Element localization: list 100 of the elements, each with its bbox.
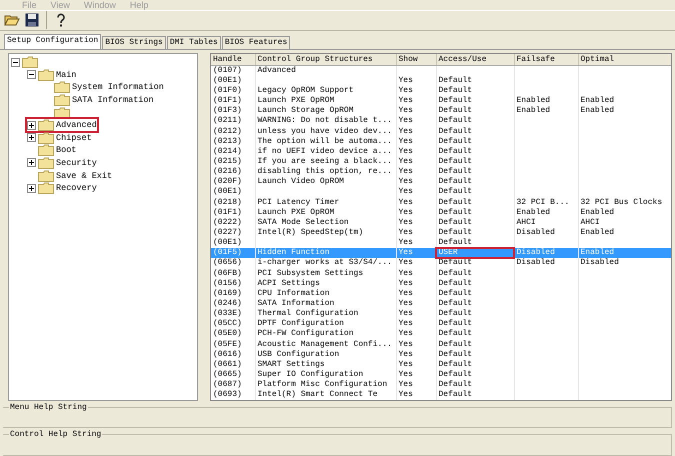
table-row[interactable]: (0215) If you are seeing a black... Yes Default — [211, 156, 671, 168]
table-row[interactable]: (00E1) Yes Default — [211, 76, 671, 86]
table-cell: Default — [436, 187, 514, 198]
table-cell: Default — [436, 156, 514, 168]
table-cell: Yes — [396, 126, 436, 137]
table-row[interactable]: (01F3) Launch Storage OpROM Yes Default Enabled Enabled — [211, 106, 671, 116]
tree-item[interactable]: Advanced — [56, 120, 97, 130]
column-header[interactable]: Access/Use — [436, 54, 514, 66]
table-row[interactable]: (05CC) DPTF Configuration Yes Default — [211, 319, 671, 330]
table-cell: Yes — [396, 248, 436, 258]
folder-icon — [38, 182, 54, 194]
table-cell: Default — [436, 76, 514, 86]
table-row[interactable]: (01F1) Launch PXE OpROM Yes Default Enabled Enabled — [211, 96, 671, 106]
group-label: Menu Help String — [9, 402, 88, 412]
expand-icon[interactable] — [27, 184, 36, 193]
tab[interactable]: BIOS Strings — [102, 36, 166, 49]
table-row[interactable]: (05E0) PCH-FW Configuration Yes Default — [211, 329, 671, 340]
table-cell: CPU Information — [255, 288, 396, 299]
table-row[interactable]: (0246) SATA Information Yes Default — [211, 298, 671, 310]
table-cell: Disabled — [578, 258, 671, 269]
table-row[interactable]: (033E) Thermal Configuration Yes Default — [211, 309, 671, 320]
table-row[interactable]: (0213) The option will be automa... Yes Default — [211, 136, 671, 147]
table-row[interactable]: (0211) WARNING: Do not disable t... Yes Default — [211, 116, 671, 127]
table-cell: unless you have video dev... — [255, 126, 396, 137]
table-row[interactable]: (0687) Platform Misc Configuration Yes Default — [211, 380, 671, 390]
table-cell: Yes — [396, 340, 436, 350]
table-cell: (0246) — [211, 298, 255, 310]
table-cell: Default — [436, 106, 514, 116]
column-header[interactable]: Optimal — [578, 54, 671, 66]
table-row[interactable]: (0656) i-charger works at S3/S4/... Yes Default Disabled Disabled — [211, 258, 671, 269]
column-header[interactable]: Control Group Structures — [255, 54, 396, 66]
table-row[interactable]: (06FB) PCI Subsystem Settings Yes Default — [211, 268, 671, 279]
table-cell: Disabled — [514, 258, 578, 269]
table-cell: Default — [436, 116, 514, 127]
folder-icon — [38, 144, 54, 156]
tree-item[interactable]: Chipset — [56, 132, 92, 143]
table-cell: Enabled — [514, 96, 578, 106]
table-cell: Default — [436, 198, 514, 208]
save-icon[interactable] — [24, 11, 40, 30]
table-row[interactable]: (00E1) Yes Default — [211, 187, 671, 198]
table-cell: Yes — [396, 167, 436, 178]
tab[interactable]: DMI Tables — [166, 36, 221, 49]
collapse-icon[interactable] — [11, 58, 20, 67]
table-row[interactable]: (0218) PCI Latency Timer Yes Default 32 PCI B... 32 PCI Bus Clocks — [211, 198, 671, 208]
table-cell: (01F5) — [211, 248, 255, 258]
table-row[interactable]: (0227) Intel(R) SpeedStep(tm) Yes Default Disabled Enabled — [211, 228, 671, 238]
table-row[interactable]: (0212) unless you have video dev... Yes Default — [211, 126, 671, 137]
table-row[interactable]: (0156) ACPI Settings Yes Default — [211, 278, 671, 289]
tab[interactable]: BIOS Features — [222, 36, 290, 49]
table-cell: AHCI — [514, 218, 578, 228]
table-cell: Default — [436, 136, 514, 147]
table-row[interactable]: (05FE) Acoustic Management Confi... Yes Default — [211, 340, 671, 350]
tree-item[interactable]: SATA Information — [72, 94, 154, 105]
expand-icon[interactable] — [27, 133, 36, 142]
table-row[interactable]: (0107) Advanced — [211, 65, 671, 76]
tree-item[interactable]: Security — [56, 158, 97, 168]
table-row[interactable]: (01F0) Legacy OpROM Support Yes Default — [211, 86, 671, 96]
table-row[interactable]: (0661) SMART Settings Yes Default — [211, 360, 671, 370]
tree-item[interactable]: Recovery — [56, 183, 97, 194]
table-cell: Legacy OpROM Support — [255, 86, 396, 96]
table-row[interactable]: (020F) Launch Video OpROM Yes Default — [211, 177, 671, 188]
table-cell: Default — [436, 360, 514, 370]
tree-item[interactable]: Main — [56, 70, 76, 80]
tree-item[interactable]: Boot — [56, 145, 76, 156]
table-cell: Default — [436, 309, 514, 320]
table-cell: (01F0) — [211, 86, 255, 96]
table-cell: If you are seeing a black... — [255, 156, 396, 168]
table-cell: SATA Mode Selection — [255, 218, 396, 228]
table-cell: Default — [436, 390, 514, 400]
table-row[interactable]: (0665) Super IO Configuration Yes Default — [211, 370, 671, 380]
table-cell: Yes — [396, 298, 436, 310]
table-row[interactable]: (0222) SATA Mode Selection Yes Default AHCI AHCI — [211, 218, 671, 228]
table-cell: (01F1) — [211, 208, 255, 218]
table-cell: Yes — [396, 96, 436, 106]
table-cell: Enabled — [578, 96, 671, 106]
table-cell: (01F1) — [211, 96, 255, 106]
column-header[interactable]: Failsafe — [514, 54, 578, 66]
table-cell: Default — [436, 228, 514, 238]
table-cell: Launch Storage OpROM — [255, 106, 396, 116]
table-row[interactable]: (0616) USB Configuration Yes Default — [211, 350, 671, 360]
table-row[interactable]: (0169) CPU Information Yes Default — [211, 288, 671, 299]
table-cell: Default — [436, 238, 514, 248]
table-row[interactable]: (0693) Intel(R) Smart Connect Te Yes Default — [211, 390, 671, 400]
table-cell: PCH-FW Configuration — [255, 329, 396, 340]
expand-icon[interactable] — [27, 120, 36, 130]
table-cell: Yes — [396, 208, 436, 218]
table-row[interactable]: (01F1) Launch PXE OpROM Yes Default Enabled Enabled — [211, 208, 671, 218]
column-header[interactable]: Handle — [211, 54, 255, 66]
table-cell: Yes — [396, 258, 436, 269]
table-cell: (0665) — [211, 370, 255, 380]
tree-item[interactable]: Save & Exit — [56, 170, 112, 180]
collapse-icon[interactable] — [27, 70, 36, 80]
expand-icon[interactable] — [27, 158, 36, 168]
table-cell: Enabled — [514, 208, 578, 218]
table-row[interactable]: (0214) if no UEFI video device a... Yes Default — [211, 146, 671, 157]
tree-item[interactable]: System Information — [72, 82, 164, 92]
table-cell: USER — [436, 248, 514, 258]
column-header[interactable]: Show — [396, 54, 436, 66]
tab[interactable]: Setup Configuration — [4, 34, 102, 49]
table-row[interactable]: (0216) disabling this option, re... Yes Default — [211, 167, 671, 178]
